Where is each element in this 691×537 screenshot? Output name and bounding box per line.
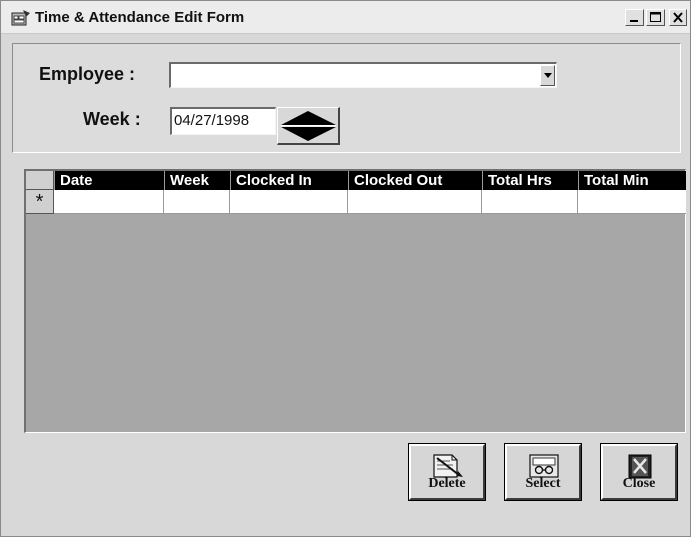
title-bar[interactable]: Time & Attendance Edit Form [1,1,690,34]
grid-header: Date Week Clocked In Clocked Out Total H… [26,171,686,190]
close-icon [673,12,683,23]
select-button-label: Select [525,476,561,491]
column-header-date[interactable]: Date [54,171,164,190]
cell-clocked-in[interactable] [230,190,348,213]
app-window: Time & Attendance Edit Form Employee : W… [0,0,691,537]
select-button[interactable]: Select [504,443,582,501]
filter-panel: Employee : Week : 04/27/1998 [12,43,681,153]
window-title: Time & Attendance Edit Form [35,9,245,26]
new-record-row[interactable] [54,190,686,214]
week-spinner[interactable] [277,107,340,145]
maximize-button[interactable] [646,9,665,26]
grid-corner-selector[interactable] [26,171,54,190]
timesheet-grid[interactable]: Date Week Clocked In Clocked Out Total H… [24,169,686,433]
cell-week[interactable] [164,190,230,213]
cell-total-hrs[interactable] [482,190,578,213]
column-header-clocked-in[interactable]: Clocked In [230,171,348,190]
employee-label: Employee : [39,64,136,84]
delete-button-label: Delete [428,476,466,491]
employee-dropdown-button[interactable] [540,65,555,86]
maximize-icon [650,12,661,22]
cell-total-min[interactable] [578,190,686,213]
week-label: Week : [83,109,141,129]
column-header-clocked-out[interactable]: Clocked Out [348,171,482,190]
minimize-icon [630,20,638,22]
chevron-down-icon [544,73,552,78]
new-row-selector[interactable]: * [26,190,54,214]
cell-clocked-out[interactable] [348,190,482,213]
week-date-field[interactable]: 04/27/1998 [170,107,276,135]
cell-date[interactable] [54,190,164,213]
employee-combobox[interactable] [169,62,557,88]
column-header-week[interactable]: Week [164,171,230,190]
minimize-button[interactable] [625,9,644,26]
close-button-label: Close [622,476,656,491]
week-up-arrow-icon[interactable] [281,111,336,125]
delete-button[interactable]: Delete [408,443,486,501]
column-header-total-hrs[interactable]: Total Hrs [482,171,578,190]
form-window-icon[interactable] [11,9,31,26]
week-down-arrow-icon[interactable] [281,127,336,141]
column-header-total-min[interactable]: Total Min [578,171,686,190]
close-window-button[interactable] [669,9,687,26]
close-button[interactable]: Close [600,443,678,501]
